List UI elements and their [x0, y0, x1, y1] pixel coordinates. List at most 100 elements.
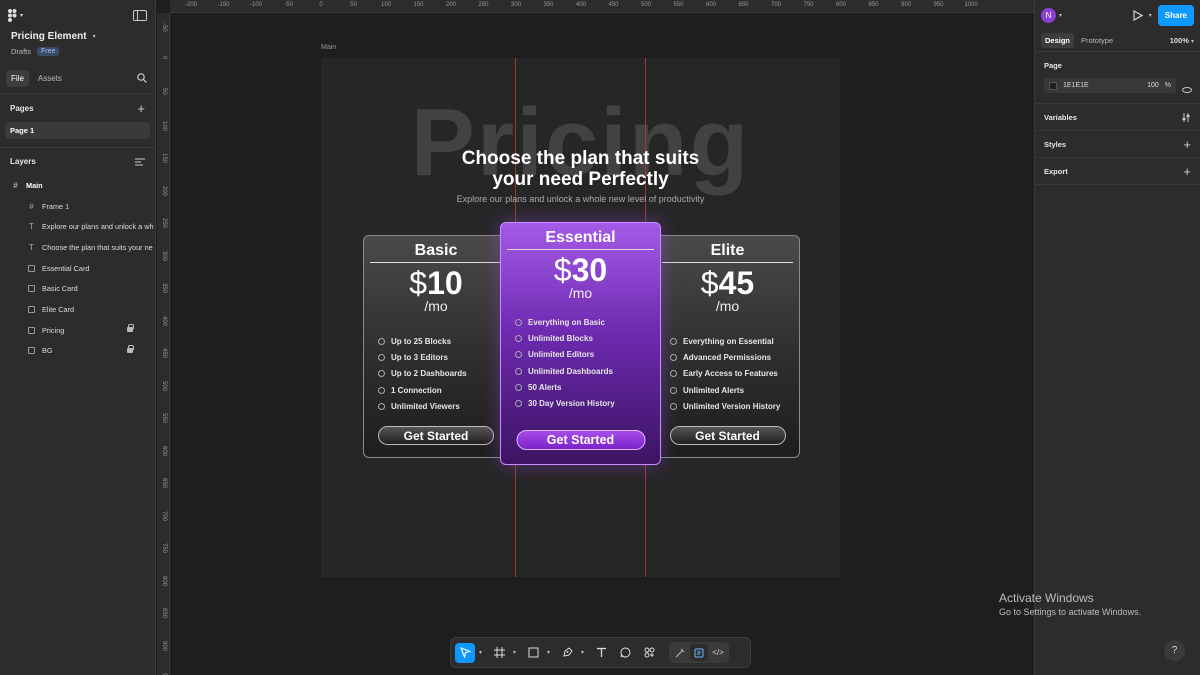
layer-item[interactable]: BG — [0, 341, 155, 362]
chevron-down-icon[interactable]: ▾ — [479, 649, 485, 656]
page-opacity-value[interactable]: 100 — [1147, 82, 1159, 89]
shape-tool-button[interactable] — [523, 643, 543, 663]
comment-tool-button[interactable] — [615, 643, 635, 663]
layer-item[interactable]: Basic Card — [0, 278, 155, 299]
essential-card[interactable]: Essential $30 /mo Everything on Basic Un… — [500, 222, 661, 465]
canvas[interactable]: Main Pricing Choose the plan that suits … — [171, 14, 1034, 675]
tab-design[interactable]: Design — [1041, 33, 1075, 48]
layer-item[interactable]: # Frame 1 — [0, 196, 155, 217]
file-info: Pricing Element ▾ Drafts Free — [0, 30, 155, 64]
chevron-down-icon[interactable]: ▾ — [513, 649, 519, 656]
divider — [370, 262, 502, 263]
frame-icon: # — [13, 180, 18, 190]
ruler-tick-label: -50 — [284, 2, 293, 8]
mode-switch: </> — [669, 642, 729, 663]
get-started-button[interactable]: Get Started — [516, 430, 645, 450]
ruler-tick-label: 650 — [738, 2, 749, 8]
ruler-tick-label: 800 — [835, 2, 847, 8]
tab-file[interactable]: File — [6, 70, 29, 87]
feature-item: Unlimited Dashboards — [515, 363, 660, 379]
check-circle-icon — [378, 337, 385, 345]
layer-name: Frame 1 — [42, 201, 70, 211]
add-export-icon[interactable]: + — [1183, 164, 1191, 179]
divider — [662, 262, 793, 263]
chevron-down-icon[interactable]: ▾ — [1149, 12, 1152, 19]
add-style-icon[interactable]: + — [1183, 137, 1191, 152]
file-location-label[interactable]: Drafts — [11, 47, 31, 56]
zoom-value: 100% — [1169, 36, 1189, 45]
ruler-tick-label: 600 — [161, 445, 167, 456]
get-started-button[interactable]: Get Started — [378, 426, 494, 445]
ruler-tick-label: -100 — [249, 2, 263, 8]
frame-icon: # — [29, 201, 34, 211]
pen-tool-button[interactable] — [557, 643, 577, 663]
chevron-down-icon[interactable]: ▾ — [547, 649, 553, 656]
main-menu-button[interactable]: ▾ — [8, 8, 23, 22]
plan-name: Elite — [710, 242, 745, 259]
ruler-tick-label: 350 — [543, 2, 554, 8]
elite-card[interactable]: Elite $45 /mo Everything on Essential Ad… — [655, 235, 800, 458]
layer-item[interactable]: Essential Card — [0, 258, 155, 279]
layer-item[interactable]: T Explore our plans and unlock a wh — [0, 216, 155, 237]
dev-mode-button[interactable]: </> — [709, 644, 727, 661]
chevron-down-icon[interactable]: ▾ — [581, 649, 587, 656]
main-frame[interactable]: Pricing Choose the plan that suits your … — [321, 58, 840, 577]
actions-tool-button[interactable] — [639, 643, 659, 663]
page-item[interactable]: Page 1 — [5, 122, 150, 139]
color-swatch[interactable] — [1049, 81, 1057, 90]
sliders-icon[interactable] — [1181, 112, 1191, 122]
check-circle-icon — [515, 318, 522, 326]
file-name[interactable]: Pricing Element ▾ — [11, 31, 144, 42]
plan-badge[interactable]: Free — [37, 47, 60, 56]
ruler-tick-label: -150 — [217, 2, 230, 8]
text-tool-button[interactable] — [591, 643, 611, 663]
layer-name: BG — [42, 346, 53, 356]
page-color-field[interactable]: 1E1E1E 100 % — [1044, 78, 1176, 93]
feature-label: Unlimited Dashboards — [528, 366, 613, 376]
play-icon[interactable] — [1133, 9, 1143, 21]
search-icon[interactable] — [137, 73, 147, 83]
help-button[interactable]: ? — [1164, 640, 1185, 661]
layer-item[interactable]: # Main — [0, 175, 155, 196]
add-page-icon[interactable]: + — [137, 101, 145, 116]
feature-label: Up to 25 Blocks — [391, 336, 452, 346]
layer-list-icon[interactable] — [135, 158, 145, 166]
user-menu[interactable]: N ▾ — [1041, 7, 1063, 23]
price-period: /mo — [568, 285, 593, 301]
subline[interactable]: Explore our plans and unlock a whole new… — [321, 194, 840, 204]
frame-tool-button[interactable] — [489, 643, 509, 663]
zoom-select[interactable]: 100% ▾ — [1170, 36, 1194, 45]
layer-item[interactable]: T Choose the plan that suits your ne — [0, 237, 155, 258]
tab-assets[interactable]: Assets — [33, 70, 67, 87]
chevron-down-icon: ▾ — [1059, 12, 1063, 19]
frame-label[interactable]: Main — [321, 44, 336, 51]
tab-prototype[interactable]: Prototype — [1077, 33, 1117, 48]
feature-label: Unlimited Viewers — [391, 401, 460, 411]
check-circle-icon — [670, 353, 677, 361]
sidebar-toggle-icon[interactable] — [133, 9, 147, 21]
feature-label: Advanced Permissions — [683, 352, 772, 362]
layer-item[interactable]: Elite Card — [0, 299, 155, 320]
feature-list: Up to 25 Blocks Up to 3 Editors Up to 2 … — [364, 333, 508, 414]
get-started-button[interactable]: Get Started — [669, 426, 786, 445]
vertical-ruler: -50 0 50 100 150 200 250 300 350 400 450 500 550 600 6… — [157, 13, 170, 675]
basic-card[interactable]: Basic $10 /mo Up to 25 Blocks Up to 3 Ed… — [363, 235, 509, 458]
eye-icon[interactable] — [1182, 87, 1192, 93]
ruler-tick-label: 450 — [608, 2, 619, 8]
share-button[interactable]: Share — [1157, 4, 1194, 26]
layer-item[interactable]: Pricing — [0, 320, 155, 341]
lock-icon[interactable] — [127, 344, 134, 353]
lock-icon[interactable] — [127, 323, 134, 332]
ruler-tick-label: 750 — [161, 543, 167, 554]
ruler-tick-label: 200 — [161, 185, 167, 196]
feature-label: 50 Alerts — [528, 382, 562, 392]
draw-mode-button[interactable] — [671, 644, 689, 661]
check-circle-icon — [378, 353, 385, 361]
design-mode-button[interactable] — [690, 644, 708, 661]
move-tool-button[interactable] — [455, 642, 475, 663]
headline-line: your need Perfectly — [492, 169, 669, 190]
headline[interactable]: Choose the plan that suits your need Per… — [321, 148, 840, 190]
file-location: Drafts Free — [11, 47, 144, 56]
feature-item: Advanced Permissions — [670, 349, 799, 365]
layer-name: Explore our plans and unlock a wh — [42, 222, 154, 232]
